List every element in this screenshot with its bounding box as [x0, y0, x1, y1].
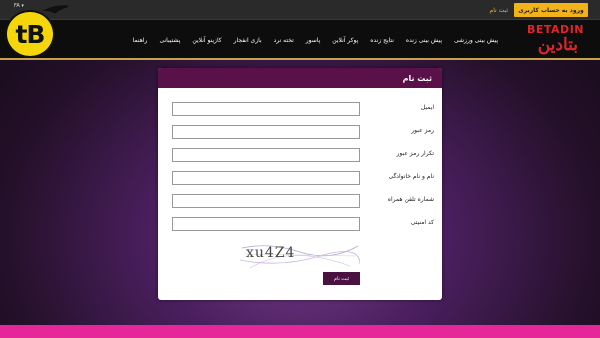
captcha-label: کد امنیتی: [410, 219, 434, 226]
nav-item-sports-betting[interactable]: پیش بینی ورزشی: [448, 37, 504, 44]
confirm-password-row: تکرار رمز عبور: [158, 148, 442, 162]
email-row: ایمیل: [158, 102, 442, 116]
email-field[interactable]: [172, 102, 360, 116]
bottom-bar: [0, 325, 600, 338]
brand-logo[interactable]: BETADIN بتادین: [514, 22, 584, 58]
site-watermark-logo: tB: [0, 0, 68, 66]
captcha-text: xu4Z4: [246, 245, 296, 261]
nav-menu: پیش بینی ورزشی پیش بینی زنده نتایج زنده …: [127, 20, 504, 60]
confirm-password-label: تکرار رمز عبور: [396, 150, 434, 157]
nav-item-live-results[interactable]: نتایج زنده: [364, 37, 400, 44]
top-bar: FA ▾ ثبت نام ورود به حساب کاربری: [0, 0, 600, 20]
register-link[interactable]: ثبت نام: [490, 3, 509, 17]
nav-item-support[interactable]: پشتیبانی: [153, 37, 186, 44]
fullname-field[interactable]: [172, 171, 360, 185]
phone-row: شماره تلفن همراه: [158, 194, 442, 208]
form-title: ثبت نام: [158, 68, 442, 88]
nav-item-crash-game[interactable]: بازی انفجار: [228, 37, 268, 44]
captcha-field[interactable]: [172, 217, 360, 231]
phone-label: شماره تلفن همراه: [387, 196, 434, 203]
fullname-label: نام و نام خانوادگی: [388, 173, 434, 180]
email-label: ایمیل: [420, 104, 434, 111]
nav-item-pasur[interactable]: پاسور: [300, 37, 327, 44]
nav-item-online-casino[interactable]: کازینو آنلاین: [186, 37, 227, 44]
nav-item-online-poker[interactable]: پوکر آنلاین: [326, 37, 364, 44]
brand-name-fa: بتادین: [537, 35, 578, 55]
password-field[interactable]: [172, 125, 360, 139]
nav-item-live-betting[interactable]: پیش بینی زنده: [400, 37, 448, 44]
password-label: رمز عبور: [411, 127, 434, 134]
login-button[interactable]: ورود به حساب کاربری: [514, 3, 588, 17]
nav-item-backgammon[interactable]: تخته نرد: [268, 37, 300, 44]
phone-field[interactable]: [172, 194, 360, 208]
main-navbar: BETADIN بتادین پیش بینی ورزشی پیش بینی ز…: [0, 20, 600, 60]
tb-logo-badge: tB: [5, 10, 55, 58]
captcha-row: کد امنیتی: [158, 217, 442, 231]
register-form-card: ثبت نام ایمیل رمز عبور تکرار رمز عبور نا…: [158, 68, 442, 300]
confirm-password-field[interactable]: [172, 148, 360, 162]
fullname-row: نام و نام خانوادگی: [158, 171, 442, 185]
submit-button[interactable]: ثبت نام: [323, 272, 360, 285]
nav-item-help[interactable]: راهنما: [127, 37, 154, 44]
password-row: رمز عبور: [158, 125, 442, 139]
